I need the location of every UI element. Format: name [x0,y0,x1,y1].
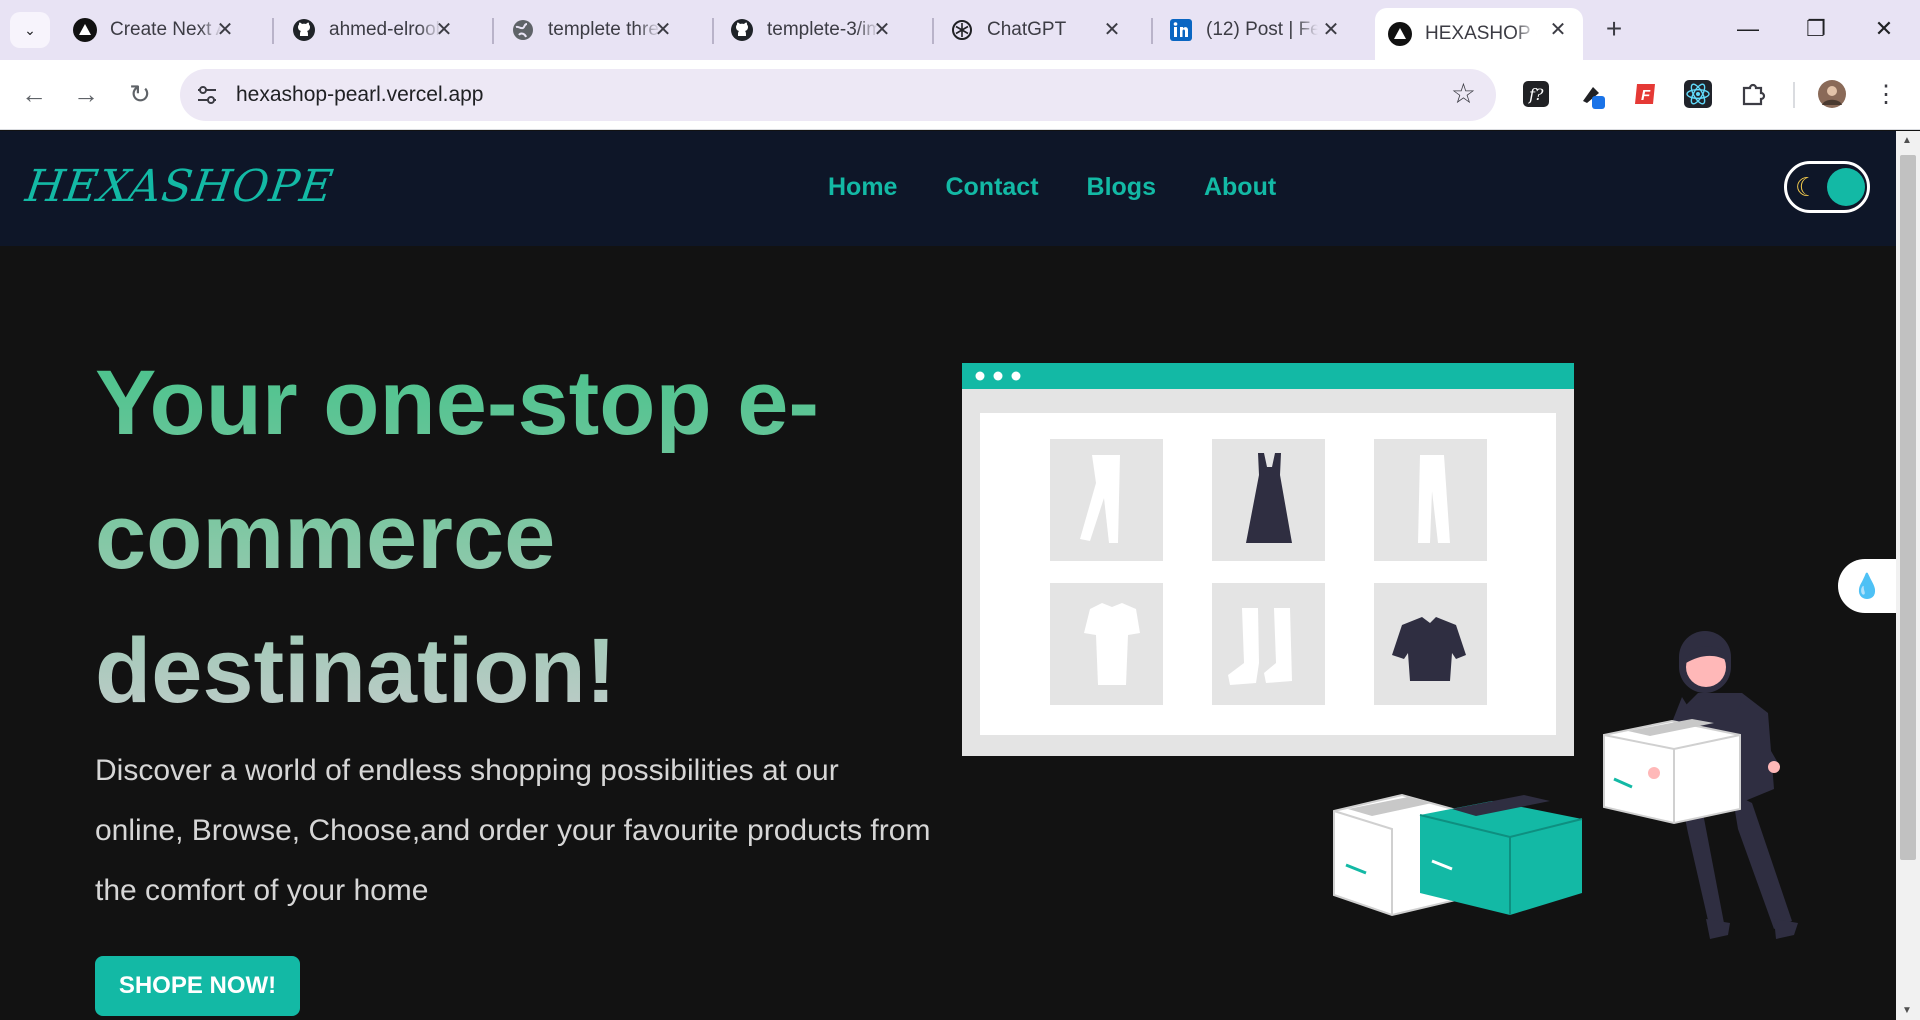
github-icon [729,17,755,43]
moon-icon: ☾ [1795,172,1819,202]
browser-tab[interactable]: templete thre ✕ [498,8,688,52]
tab-title: templete-3/im [767,19,879,40]
main-nav: Home Contact Blogs About [828,173,1276,202]
reload-icon: ↻ [129,79,151,109]
hero-title-line: destination! [95,620,617,722]
nav-blogs-link[interactable]: Blogs [1087,173,1156,202]
tab-title: HEXASHOP - [1425,23,1537,44]
reload-button[interactable]: ↻ [122,77,158,113]
minimize-button[interactable]: — [1728,12,1768,48]
arrow-left-icon: ← [21,79,47,109]
close-icon[interactable]: ✕ [1320,19,1342,41]
hero-description: Discover a world of endless shopping pos… [95,754,931,907]
page-viewport: HEXASHOPE Home Contact Blogs About ☾ You… [0,131,1896,1020]
font-extension-icon[interactable]: f? [1520,78,1552,110]
page-scrollbar[interactable]: ▲ ▼ [1896,131,1920,1020]
browser-tab[interactable]: (12) Post | Fee ✕ [1156,8,1356,52]
arrow-right-icon: → [73,79,99,109]
profile-avatar[interactable] [1816,78,1848,110]
close-window-button[interactable]: ✕ [1864,12,1904,48]
close-icon[interactable]: ✕ [652,19,674,41]
sparkle-widget-button[interactable]: 💧 [1838,559,1896,613]
restore-button[interactable]: ❐ [1796,12,1836,48]
flash-extension-icon[interactable]: F [1630,78,1662,110]
droplet-sparkle-icon: 💧 [1852,572,1882,600]
close-icon[interactable]: ✕ [1101,19,1123,41]
linkedin-icon [1168,17,1194,43]
nav-home-link[interactable]: Home [828,173,897,202]
browser-tab[interactable]: ahmed-elroob ✕ [279,8,469,52]
close-icon[interactable]: ✕ [433,19,455,41]
tab-title: (12) Post | Fee [1206,19,1318,40]
svg-text:F: F [1641,87,1651,104]
nav-contact-link[interactable]: Contact [945,173,1038,202]
close-icon[interactable]: ✕ [871,19,893,41]
browser-toolbar: ← → ↻ hexashop-pearl.vercel.app ☆ f? F ⋮ [0,60,1920,130]
shop-now-button[interactable]: SHOPE NOW! [95,956,300,1016]
scrollbar-thumb[interactable] [1900,155,1916,860]
browser-tab-active[interactable]: HEXASHOP - ✕ [1375,8,1583,60]
address-bar[interactable]: hexashop-pearl.vercel.app ☆ [180,69,1496,121]
tab-title: ahmed-elroob [329,19,441,40]
hero-title: Your one-stop e- commerce destination! [95,336,855,738]
chevron-down-icon: ⌄ [24,21,36,38]
extensions-puzzle-icon[interactable] [1737,78,1769,110]
theme-toggle[interactable]: ☾ [1784,161,1870,213]
close-icon[interactable]: ✕ [214,19,236,41]
scroll-down-arrow[interactable]: ▼ [1902,1005,1912,1016]
scroll-up-arrow[interactable]: ▲ [1902,135,1912,146]
forward-button[interactable]: → [68,77,104,113]
site-logo[interactable]: HEXASHOPE [22,161,337,212]
nextjs-icon [1387,21,1413,47]
openai-icon [949,17,975,43]
globe-icon [510,17,536,43]
back-button[interactable]: ← [16,77,52,113]
tab-title: templete thre [548,19,659,40]
site-settings-icon[interactable] [194,82,220,108]
url-text: hexashop-pearl.vercel.app [236,83,484,106]
browser-menu-icon[interactable]: ⋮ [1870,78,1902,110]
online-shopping-illustration [962,363,1798,939]
browser-tab[interactable]: Create Next A ✕ [60,8,250,52]
close-icon[interactable]: ✕ [1547,19,1569,41]
hero-title-line: Your one-stop e- [95,352,820,454]
hero-title-line: commerce [95,486,556,588]
dropper-extension-icon[interactable] [1576,78,1608,110]
tab-search-button[interactable]: ⌄ [10,12,50,48]
bookmark-star-icon[interactable]: ☆ [1451,77,1476,110]
site-header: HEXASHOPE Home Contact Blogs About ☾ [0,131,1896,246]
tab-title: ChatGPT [987,19,1067,40]
nav-about-link[interactable]: About [1204,173,1276,202]
react-devtools-icon[interactable] [1682,78,1714,110]
tab-title: Create Next A [110,19,222,40]
toggle-knob [1827,168,1865,206]
new-tab-button[interactable]: + [1598,14,1630,46]
browser-tab[interactable]: templete-3/im ✕ [717,8,907,52]
svg-text:f?: f? [1528,85,1544,104]
browser-tab-strip: ⌄ Create Next A ✕ ahmed-elroob ✕ templet… [0,0,1920,60]
browser-tab[interactable]: ChatGPT ✕ [937,8,1137,52]
nextjs-icon [72,17,98,43]
github-icon [291,17,317,43]
